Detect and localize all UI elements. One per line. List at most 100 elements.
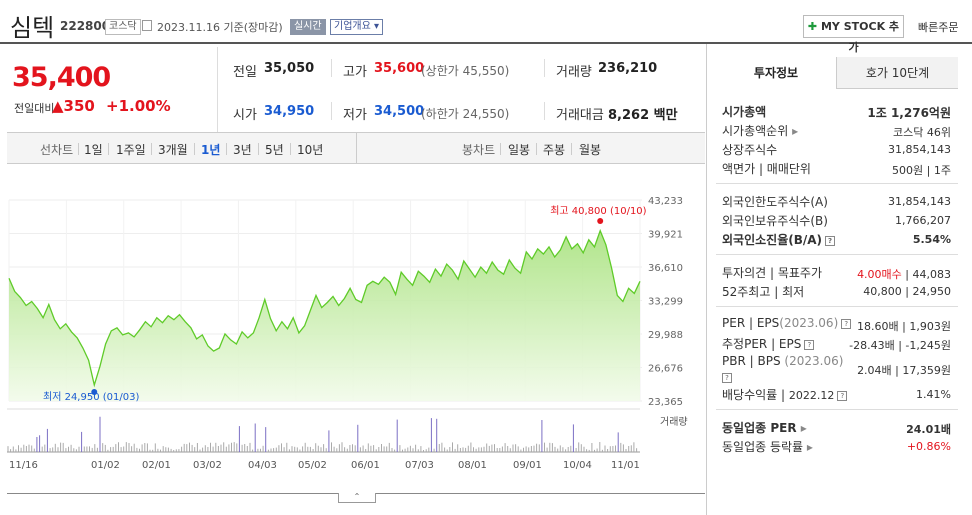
rank-value: 코스닥 46위 <box>893 126 951 139</box>
divider <box>108 143 109 155</box>
tab-5y[interactable]: 5년 <box>265 141 284 158</box>
divider <box>226 143 227 155</box>
x-tick-label: 11/01 <box>611 460 640 471</box>
divider <box>716 254 958 255</box>
divider <box>716 409 958 410</box>
x-tick-label: 09/01 <box>513 460 542 471</box>
my-stock-add-button[interactable]: ✚ MY STOCK 추가 <box>803 15 904 54</box>
x-tick-label: 01/02 <box>91 460 120 471</box>
min-label: 최저 24,950 (01/03) <box>43 391 139 403</box>
opinion-label: 투자의견 | 목표주가 <box>722 266 823 280</box>
expand-chart-button[interactable]: ⌃ <box>338 493 376 503</box>
x-tick-label: 03/02 <box>193 460 222 471</box>
sector-change-value: +0.86% <box>906 440 951 453</box>
divider <box>194 143 195 155</box>
chevron-down-icon: ▾ <box>374 21 380 32</box>
par-label: 액면가 | 매매단위 <box>722 162 811 176</box>
price-date: 2023.11.16 기준(장마감) <box>157 21 283 34</box>
price-change: ▲350 <box>52 97 95 115</box>
foreign-hold-label: 외국인보유주식수(B) <box>722 214 828 228</box>
divider <box>571 143 572 155</box>
up-arrow-icon: ▲ <box>52 97 64 115</box>
max-marker <box>597 218 604 224</box>
y-tick-label: 29,988 <box>648 330 683 341</box>
divider <box>217 47 218 132</box>
divider <box>258 143 259 155</box>
quick-order-link[interactable]: 빠른주문 <box>918 19 958 35</box>
est-per-value: -28.43배 | -1,245원 <box>849 339 951 352</box>
tab-orderbook[interactable]: 호가 10단계 <box>837 57 958 89</box>
tab-monthly[interactable]: 월봉 <box>579 141 601 158</box>
lower-limit: (하한가 24,550) <box>421 107 510 121</box>
tab-daily[interactable]: 일봉 <box>508 141 530 158</box>
tab-10y[interactable]: 10년 <box>297 141 323 158</box>
w52-label: 52주최고 | 최저 <box>722 285 805 299</box>
sector-per-label[interactable]: 동일업종 PER ▸ <box>722 419 807 436</box>
tab-1w[interactable]: 1주일 <box>116 141 146 158</box>
market-badge: 코스닥 <box>105 19 141 35</box>
dividend-label: 배당수익률 | 2022.12? <box>722 386 848 403</box>
divider <box>331 102 332 120</box>
prev-close-label: 전일 <box>233 65 257 80</box>
divider <box>544 59 545 77</box>
change-label: 전일대비 <box>14 102 55 115</box>
help-icon[interactable]: ? <box>825 235 836 246</box>
x-tick-label: 10/04 <box>563 460 592 471</box>
realtime-button[interactable]: 실시간 <box>290 19 326 35</box>
line-chart-label: 선차트 <box>40 143 74 157</box>
divider <box>544 102 545 120</box>
low-value: 34,500 <box>374 104 425 119</box>
tab-1d[interactable]: 1일 <box>84 141 103 158</box>
foreign-ratio-label: 외국인소진율(B/A)? <box>722 231 836 248</box>
price-area-fill <box>9 230 640 401</box>
price-chart[interactable]: 43,233 39,921 36,610 33,299 29,988 26,676 23,3… <box>0 165 706 493</box>
calendar-icon <box>142 20 152 31</box>
help-icon[interactable]: ? <box>837 390 848 401</box>
market-cap-value: 1조 1,276억원 <box>867 106 951 120</box>
foreign-limit-label: 외국인한도주식수(A) <box>722 195 828 209</box>
corp-info-dropdown[interactable]: 기업개요 ▾ <box>330 19 384 35</box>
y-tick-label: 39,921 <box>648 230 683 241</box>
divider <box>500 143 501 155</box>
amount-value: 8,262 백만 <box>608 108 678 123</box>
price-change-pct: +1.00% <box>106 97 171 115</box>
y-tick-label: 36,610 <box>648 263 683 274</box>
help-icon[interactable]: ? <box>722 370 732 384</box>
x-tick-label: 05/02 <box>298 460 327 471</box>
tab-invest-info[interactable]: 투자정보 <box>716 57 837 89</box>
help-icon[interactable]: ? <box>841 318 852 329</box>
tab-1y[interactable]: 1년 <box>201 141 220 158</box>
market-cap-label: 시가총액 <box>722 105 767 119</box>
help-icon[interactable]: ? <box>804 339 815 350</box>
high-value: 35,600 <box>374 61 425 76</box>
tab-3m[interactable]: 3개월 <box>158 141 188 158</box>
foreign-limit-value: 31,854,143 <box>888 195 951 208</box>
tab-3y[interactable]: 3년 <box>233 141 252 158</box>
shares-label: 상장주식수 <box>722 143 778 157</box>
divider <box>716 183 958 184</box>
pbr-value: 2.04배 | 17,359원 <box>857 364 951 377</box>
x-tick-label: 08/01 <box>458 460 487 471</box>
est-per-label: 추정PER | EPS? <box>722 335 815 352</box>
candle-chart-label: 봉차트 <box>462 143 496 157</box>
low-label: 저가 <box>343 108 367 123</box>
volume-label: 거래량 <box>556 65 592 80</box>
y-tick-label: 23,365 <box>648 397 683 408</box>
rank-label[interactable]: 시가총액순위 ▸ <box>722 122 798 139</box>
y-tick-label: 26,676 <box>648 364 683 375</box>
tab-weekly[interactable]: 주봉 <box>543 141 565 158</box>
chevron-up-icon: ⌃ <box>353 492 361 501</box>
sector-change-label[interactable]: 동일업종 등락률 ▸ <box>722 438 813 455</box>
pbr-label: PBR | BPS (2023.06) <box>722 354 844 368</box>
x-tick-label: 06/01 <box>351 460 380 471</box>
opinion-value: 4.00매수 | 44,083 <box>857 268 951 281</box>
max-label: 최고 40,800 (10/10) <box>550 205 646 217</box>
w52-value: 40,800 | 24,950 <box>863 285 951 298</box>
per-label: PER | EPS(2023.06)? <box>722 316 852 330</box>
x-tick-label: 04/03 <box>248 460 277 471</box>
y-tick-label: 43,233 <box>648 196 683 207</box>
volume-value: 236,210 <box>598 61 658 76</box>
current-price: 35,400 <box>12 62 111 93</box>
stock-code: 222800 <box>60 19 111 33</box>
volume-label: 거래량 <box>660 416 688 428</box>
